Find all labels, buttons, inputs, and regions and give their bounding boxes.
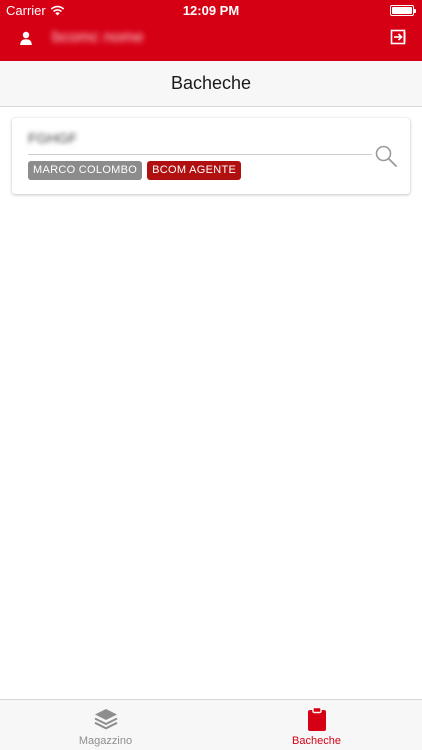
chip-user[interactable]: MARCO COLOMBO xyxy=(28,161,143,180)
search-icon[interactable] xyxy=(374,144,398,168)
status-time: 12:09 PM xyxy=(182,3,240,18)
app-header: Carrier 12:09 PM bcomc nome xyxy=(0,0,422,61)
tab-label-bacheche: Bacheche xyxy=(292,735,341,747)
title-bar: Bacheche xyxy=(0,61,422,107)
battery-icon xyxy=(390,5,416,16)
page-title: Bacheche xyxy=(170,73,252,93)
search-input[interactable]: FGHGF xyxy=(28,130,77,146)
clipboard-icon xyxy=(307,706,326,731)
tab-bacheche[interactable]: Bacheche xyxy=(211,700,422,750)
filter-chips: MARCO COLOMBO BCOM AGENTE xyxy=(28,161,242,180)
search-input-underline xyxy=(28,154,372,155)
tab-label-magazzino: Magazzino xyxy=(78,735,133,747)
chip-role[interactable]: BCOM AGENTE xyxy=(147,161,242,180)
layers-icon xyxy=(94,709,117,730)
nav-bar: bcomc nome xyxy=(0,20,422,61)
user-name: bcomc nome xyxy=(52,29,144,46)
tab-magazzino[interactable]: Magazzino xyxy=(0,700,211,750)
user-icon[interactable] xyxy=(18,30,34,46)
search-card: FGHGF MARCO COLOMBO BCOM AGENTE xyxy=(12,118,410,194)
status-bar: Carrier 12:09 PM xyxy=(0,0,422,20)
logout-icon[interactable] xyxy=(390,29,406,45)
tab-bar: Magazzino Bacheche xyxy=(0,699,422,750)
